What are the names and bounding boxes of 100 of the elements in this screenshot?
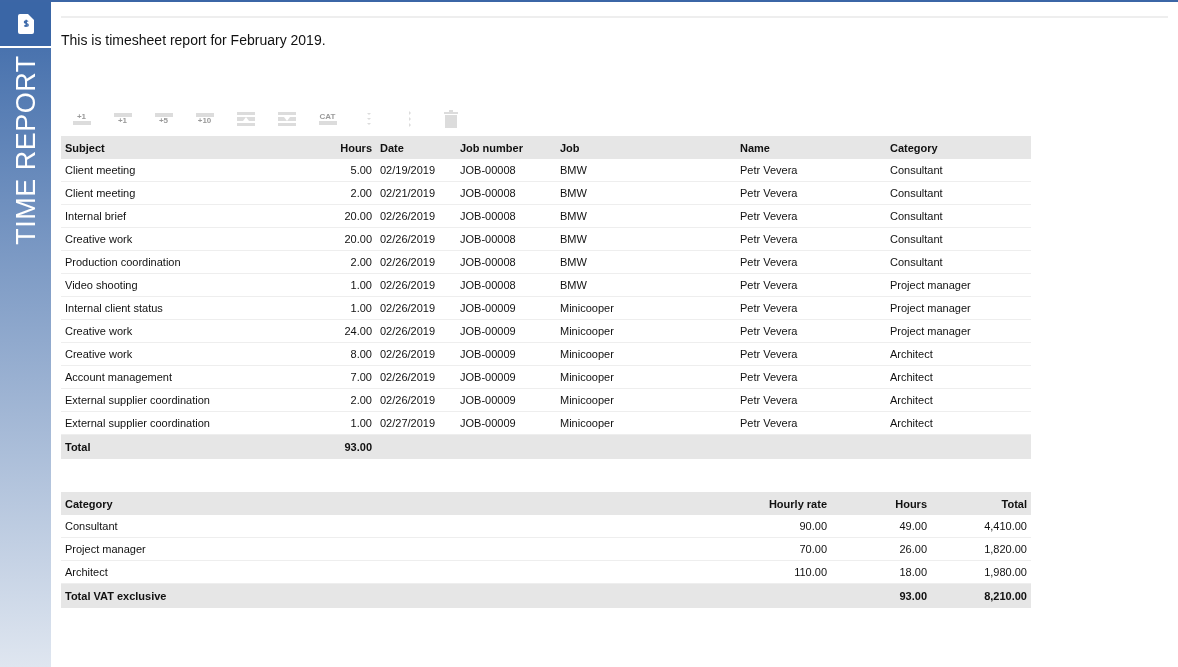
table-cell: 2.00	[335, 181, 376, 205]
table-cell: Architect	[886, 342, 1031, 366]
table-cell: JOB-00009	[456, 388, 556, 412]
table-cell: Video shooting	[61, 273, 335, 297]
table-cell: 02/19/2019	[376, 159, 456, 182]
trash-icon	[443, 110, 458, 128]
table-cell: External supplier coordination	[61, 388, 335, 412]
table-cell: Minicooper	[556, 388, 736, 412]
table-cell: Minicooper	[556, 365, 736, 389]
column-header: Category	[886, 136, 1031, 159]
table-cell: Consultant	[886, 159, 1031, 182]
table-cell: Consultant	[886, 181, 1031, 205]
table-cell: 5.00	[335, 159, 376, 182]
table-cell: 2.00	[335, 250, 376, 274]
table-cell: 1,820.00	[931, 537, 1031, 561]
table-cell: Production coordination	[61, 250, 335, 274]
table-cell: Petr Vevera	[736, 273, 886, 297]
column-header: Hourly rate	[673, 492, 831, 515]
table-cell: BMW	[556, 181, 736, 205]
table-cell: Petr Vevera	[736, 296, 886, 320]
table-cell: Internal brief	[61, 204, 335, 228]
table-cell: 02/21/2019	[376, 181, 456, 205]
table-cell: Petr Vevera	[736, 319, 886, 343]
table-cell: BMW	[556, 250, 736, 274]
table-cell: Consultant	[886, 250, 1031, 274]
table-cell: JOB-00008	[456, 250, 556, 274]
table-cell: 1.00	[335, 273, 376, 297]
table-cell: JOB-00008	[456, 159, 556, 182]
table-cell: Architect	[886, 388, 1031, 412]
table-cell: BMW	[556, 273, 736, 297]
table-cell: Petr Vevera	[736, 159, 886, 182]
table-cell: Project manager	[61, 537, 673, 561]
table-cell: JOB-00008	[456, 227, 556, 251]
table-cell: 02/26/2019	[376, 365, 456, 389]
dollar-document-icon	[17, 14, 34, 34]
intro-text: This is timesheet report for February 2019.	[61, 32, 327, 48]
table-cell: 02/26/2019	[376, 388, 456, 412]
table-cell: Client meeting	[61, 181, 335, 205]
insert-row-below-icon	[277, 112, 296, 126]
table-cell: 02/26/2019	[376, 204, 456, 228]
table-cell: 7.00	[335, 365, 376, 389]
table-cell: Project manager	[886, 273, 1031, 297]
table-cell: JOB-00009	[456, 411, 556, 435]
report-tab[interactable]	[0, 2, 51, 48]
chevrons-down-icon	[365, 112, 372, 126]
table-cell: 20.00	[335, 227, 376, 251]
table-cell: JOB-00008	[456, 273, 556, 297]
table-cell: Petr Vevera	[736, 250, 886, 274]
table-cell: 4,410.00	[931, 515, 1031, 538]
table-cell: Petr Vevera	[736, 227, 886, 251]
table-cell: 1.00	[335, 411, 376, 435]
table-cell: Client meeting	[61, 159, 335, 182]
table-cell: Creative work	[61, 319, 335, 343]
table-cell: 1.00	[335, 296, 376, 320]
table-cell: 70.00	[673, 537, 831, 561]
table-cell: Account management	[61, 365, 335, 389]
table-cell: Minicooper	[556, 319, 736, 343]
table-cell: Project manager	[886, 296, 1031, 320]
table-cell: Consultant	[886, 227, 1031, 251]
table-cell: 90.00	[673, 515, 831, 538]
table-cell: External supplier coordination	[61, 411, 335, 435]
table-cell: 02/26/2019	[376, 273, 456, 297]
total-hours: 93.00	[831, 583, 931, 608]
table-cell: BMW	[556, 159, 736, 182]
table-cell: Internal client status	[61, 296, 335, 320]
table-cell: 2.00	[335, 388, 376, 412]
column-header: Subject	[61, 136, 335, 159]
table-cell: Project manager	[886, 319, 1031, 343]
column-header: Category	[61, 492, 673, 515]
table-cell: Consultant	[886, 204, 1031, 228]
table-cell: 18.00	[831, 560, 931, 584]
table-cell: Minicooper	[556, 342, 736, 366]
table-cell: JOB-00009	[456, 319, 556, 343]
table-cell: 26.00	[831, 537, 931, 561]
column-header: Date	[376, 136, 456, 159]
table-cell: Petr Vevera	[736, 411, 886, 435]
table-cell: 02/26/2019	[376, 227, 456, 251]
table-cell: Consultant	[61, 515, 673, 538]
column-header: Name	[736, 136, 886, 159]
table-cell: Petr Vevera	[736, 342, 886, 366]
table-cell: BMW	[556, 204, 736, 228]
table-cell: BMW	[556, 227, 736, 251]
table-cell: 02/27/2019	[376, 411, 456, 435]
table-cell: 8.00	[335, 342, 376, 366]
table-cell: Minicooper	[556, 296, 736, 320]
column-header: Hours	[335, 136, 376, 159]
total-label: Total	[61, 434, 335, 459]
table-cell: Architect	[886, 365, 1031, 389]
table-cell: Architect	[886, 411, 1031, 435]
table-cell: JOB-00009	[456, 365, 556, 389]
table-cell: 02/26/2019	[376, 319, 456, 343]
table-cell: JOB-00008	[456, 204, 556, 228]
table-cell: Petr Vevera	[736, 365, 886, 389]
table-cell: Petr Vevera	[736, 388, 886, 412]
sidebar-title: TIME REPORT	[10, 55, 41, 245]
table-cell: 1,980.00	[931, 560, 1031, 584]
table-cell: JOB-00008	[456, 181, 556, 205]
table-cell: Creative work	[61, 342, 335, 366]
column-header: Total	[931, 492, 1031, 515]
table-cell: JOB-00009	[456, 342, 556, 366]
